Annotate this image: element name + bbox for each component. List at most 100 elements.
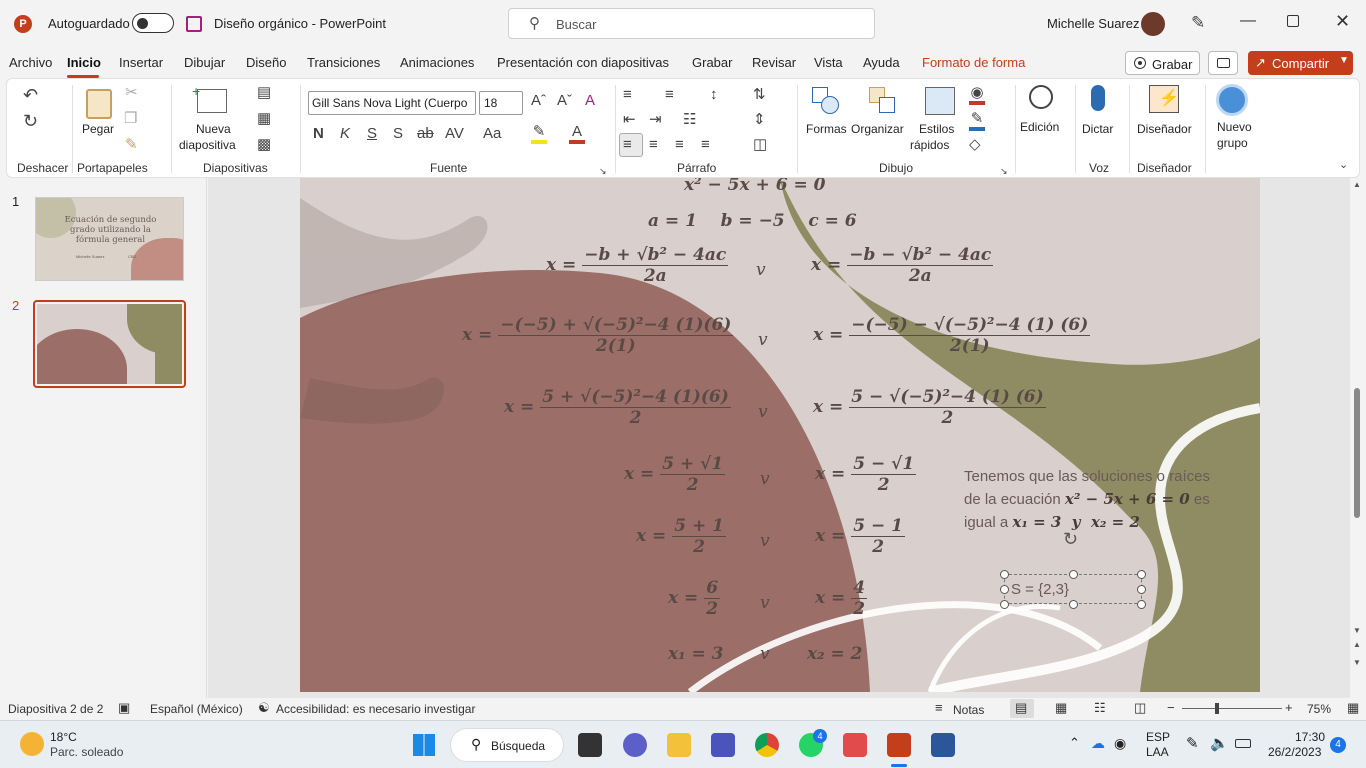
clock-date[interactable]: 26/2/2023 <box>1268 745 1321 759</box>
shape-fill-icon[interactable]: ◉ <box>969 85 985 105</box>
teams-icon[interactable] <box>711 733 735 757</box>
pen-menu-icon[interactable]: ✎ <box>1186 734 1199 752</box>
tab-insertar[interactable]: Insertar <box>119 55 163 70</box>
format-painter-icon[interactable]: ✎ <box>125 137 138 153</box>
save-icon[interactable] <box>186 16 202 32</box>
slide-2[interactable]: x² − 5x + 6 = 0 a = 1 b = −5 c = 6 x = −… <box>300 178 1260 692</box>
zoom-out-icon[interactable]: − <box>1167 700 1175 715</box>
new-group-label-1[interactable]: Nuevo <box>1217 120 1252 134</box>
font-name-select[interactable]: Gill Sans Nova Light (Cuerpo <box>308 91 476 115</box>
justify-icon[interactable]: ≡ <box>701 137 710 153</box>
shapes-icon[interactable] <box>812 87 840 115</box>
next-slide-icon[interactable]: ▼ <box>1353 658 1361 667</box>
dialog-launcher-icon[interactable]: ↘ <box>599 163 607 179</box>
change-case-icon[interactable]: Aa <box>483 126 501 142</box>
new-slide-label-1[interactable]: Nueva <box>196 122 231 136</box>
tab-diseno[interactable]: Diseño <box>246 55 286 70</box>
slide-sorter-icon[interactable]: ▦ <box>1055 700 1067 716</box>
tab-presentacion[interactable]: Presentación con diapositivas <box>497 55 669 70</box>
paste-icon[interactable] <box>86 89 112 119</box>
arrange-label[interactable]: Organizar <box>851 122 904 136</box>
avatar[interactable] <box>1141 12 1165 36</box>
volume-icon[interactable]: 🔈 <box>1210 734 1229 752</box>
font-size-select[interactable]: 18 <box>479 91 523 115</box>
numbering-icon[interactable]: ≡ <box>665 87 674 103</box>
comments-button[interactable] <box>1208 51 1238 75</box>
tab-transiciones[interactable]: Transiciones <box>307 55 380 70</box>
char-spacing-icon[interactable]: AV <box>445 126 464 142</box>
italic-button[interactable]: K <box>340 126 350 142</box>
tab-animaciones[interactable]: Animaciones <box>400 55 474 70</box>
collapse-ribbon-icon[interactable]: ⌄ <box>1339 157 1348 173</box>
chevron-up-icon[interactable]: ⌃ <box>1069 735 1080 751</box>
new-slide-label-2[interactable]: diapositiva <box>179 138 236 152</box>
section-icon[interactable]: ▩ <box>257 137 271 153</box>
resize-handle[interactable] <box>1000 585 1009 594</box>
new-group-icon[interactable] <box>1216 84 1248 116</box>
taskbar-search[interactable]: ⚲ Búsqueda <box>450 728 564 762</box>
bold-button[interactable]: N <box>313 126 324 142</box>
increase-font-icon[interactable]: Aˆ <box>531 93 546 109</box>
tab-revisar[interactable]: Revisar <box>752 55 796 70</box>
language[interactable]: Español (México) <box>150 702 243 716</box>
dictate-label[interactable]: Dictar <box>1082 122 1113 136</box>
conclusion-text[interactable]: Tenemos que las soluciones o raíces de l… <box>964 466 1234 534</box>
notes-button[interactable]: Notas <box>953 703 984 717</box>
redo-icon[interactable]: ↻ <box>23 112 38 130</box>
scroll-thumb[interactable] <box>1354 388 1360 518</box>
input-lang-2[interactable]: LAA <box>1146 745 1169 759</box>
align-center-icon[interactable]: ≡ <box>649 137 658 153</box>
onedrive-icon[interactable]: ☁ <box>1091 735 1105 752</box>
designer-icon[interactable]: ⚡ <box>1149 85 1179 113</box>
designer-label[interactable]: Diseñador <box>1137 122 1192 136</box>
minimize-icon[interactable]: — <box>1240 12 1256 30</box>
solution-set-text[interactable]: S = {2,3} <box>1011 581 1069 598</box>
word-icon[interactable] <box>931 733 955 757</box>
resize-handle[interactable] <box>1000 600 1009 609</box>
reset-icon[interactable]: ▦ <box>257 111 271 127</box>
microphone-icon[interactable] <box>1091 85 1105 111</box>
resize-handle[interactable] <box>1069 600 1078 609</box>
tab-archivo[interactable]: Archivo <box>9 55 52 70</box>
zoom-slider[interactable] <box>1182 708 1282 709</box>
user-name[interactable]: Michelle Suarez <box>1047 16 1140 31</box>
search-box[interactable]: ⚲ Buscar <box>508 8 875 39</box>
accessibility-status[interactable]: Accesibilidad: es necesario investigar <box>276 702 475 716</box>
notification-badge[interactable]: 4 <box>1330 737 1346 753</box>
clear-format-icon[interactable]: A <box>585 93 595 109</box>
share-button[interactable]: ↗ Compartir ▼ <box>1248 51 1353 75</box>
prev-slide-icon[interactable]: ▲ <box>1353 640 1361 649</box>
pen-icon[interactable]: ✎ <box>1191 13 1205 33</box>
shape-outline-icon[interactable]: ✎ <box>969 111 985 131</box>
align-right-icon[interactable]: ≡ <box>675 137 684 153</box>
shapes-label[interactable]: Formas <box>806 122 847 136</box>
quick-styles-label-2[interactable]: rápidos <box>910 138 949 152</box>
strikethrough-icon[interactable]: ab <box>417 126 434 142</box>
cut-icon[interactable]: ✂ <box>125 85 138 101</box>
tab-ayuda[interactable]: Ayuda <box>863 55 900 70</box>
slide-thumbnail-2[interactable] <box>33 300 186 388</box>
dialog-launcher-icon[interactable]: ↘ <box>1000 163 1008 179</box>
font-color-icon[interactable]: A <box>569 124 585 144</box>
underline-button[interactable]: S <box>367 126 377 142</box>
file-explorer-icon[interactable] <box>667 733 691 757</box>
input-lang-1[interactable]: ESP <box>1146 730 1170 744</box>
weather-temp[interactable]: 18°C <box>50 730 77 744</box>
quick-styles-label-1[interactable]: Estilos <box>919 122 954 136</box>
zoom-in-icon[interactable]: + <box>1285 700 1293 715</box>
close-icon[interactable]: ✕ <box>1335 11 1350 32</box>
battery-icon[interactable] <box>1235 739 1251 748</box>
network-globe-icon[interactable]: ◉ <box>1114 735 1126 752</box>
maximize-icon[interactable] <box>1287 15 1299 27</box>
resize-handle[interactable] <box>1069 570 1078 579</box>
resize-handle[interactable] <box>1137 585 1146 594</box>
copy-icon[interactable]: ❐ <box>124 111 137 127</box>
smartart-icon[interactable]: ◫ <box>753 137 767 153</box>
windows-start-icon[interactable] <box>413 734 435 756</box>
align-text-icon[interactable]: ⇕ <box>753 112 766 128</box>
resize-handle[interactable] <box>1137 570 1146 579</box>
notes-icon[interactable]: ≡ <box>935 700 943 715</box>
tab-dibujar[interactable]: Dibujar <box>184 55 225 70</box>
text-direction-icon[interactable]: ⇅ <box>753 87 766 103</box>
slideshow-icon[interactable]: ◫ <box>1134 700 1146 716</box>
